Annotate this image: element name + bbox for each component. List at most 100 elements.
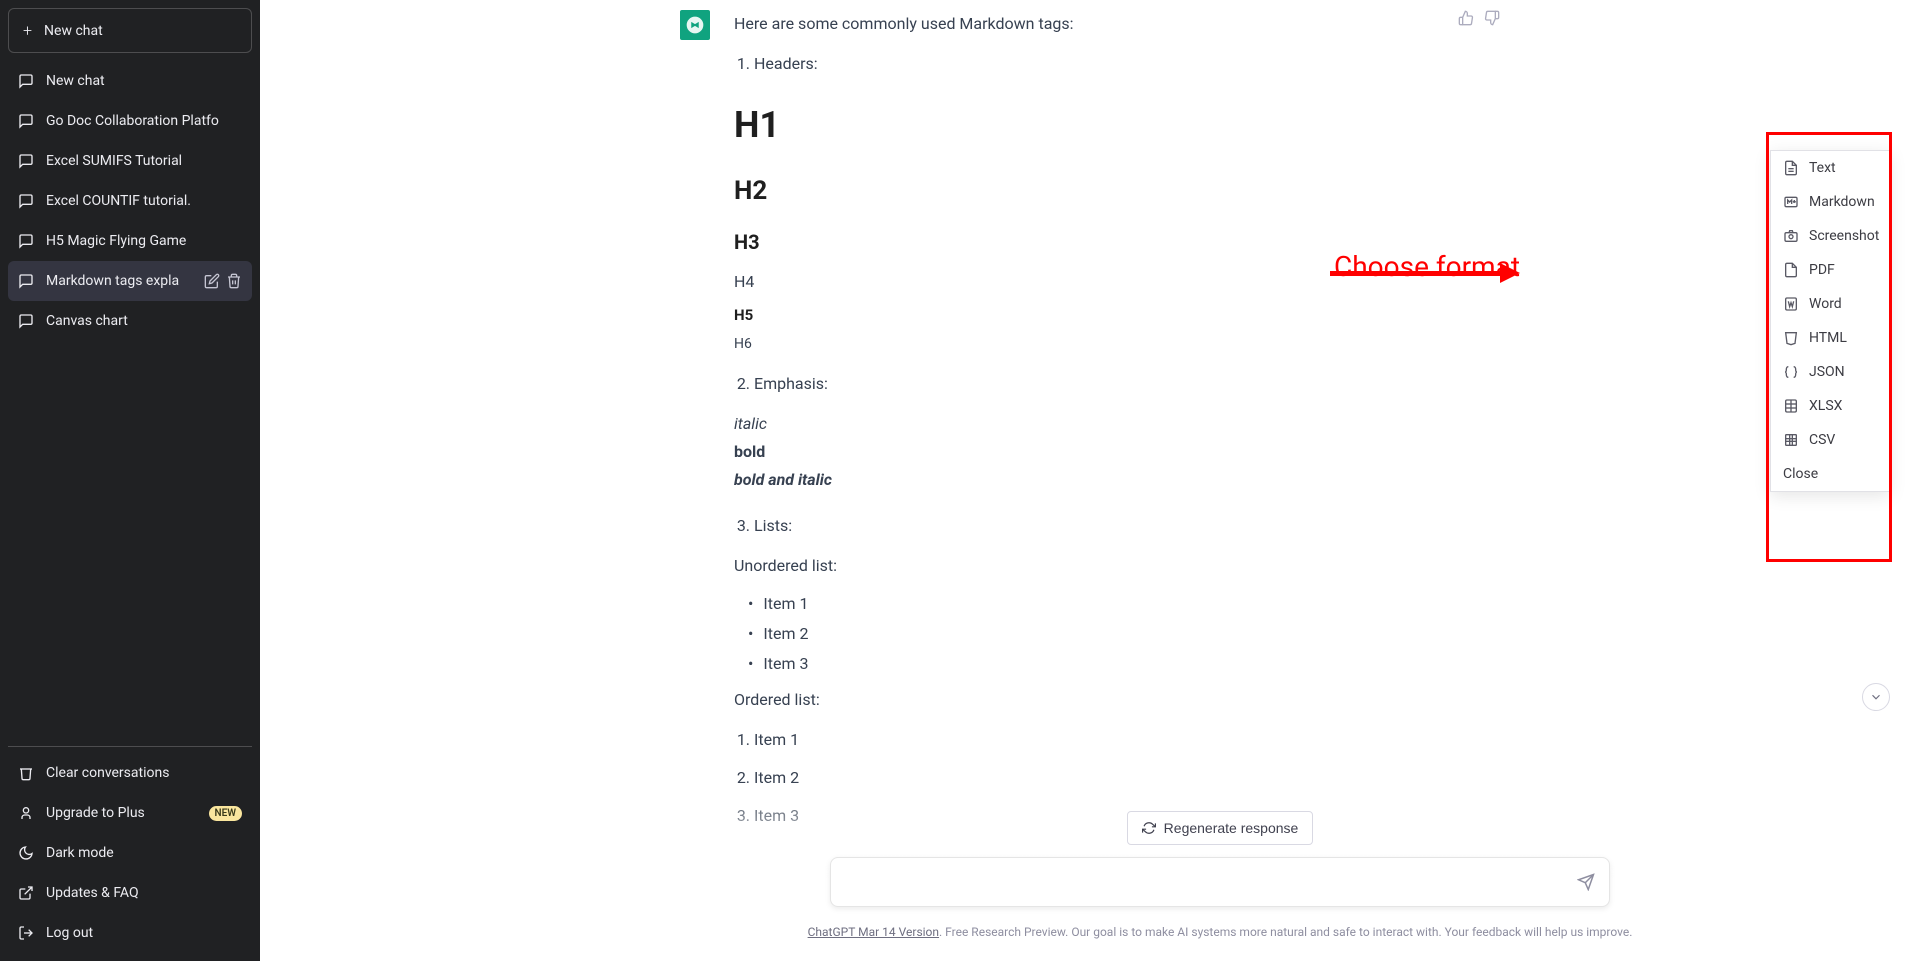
send-icon[interactable]: [1577, 873, 1595, 891]
ol-item: Item 3: [754, 802, 1434, 830]
moon-icon: [18, 845, 34, 861]
sample-h5: H5: [734, 302, 1434, 328]
unordered-label: Unordered list:: [734, 552, 1434, 580]
export-word[interactable]: Word: [1771, 287, 1889, 321]
export-text[interactable]: Text: [1771, 151, 1889, 185]
chat-item-label: Go Doc Collaboration Platfo: [46, 113, 242, 129]
assistant-message: Here are some commonly used Markdown tag…: [680, 0, 1500, 866]
sidebar-item-chat-active[interactable]: Markdown tags expla: [8, 261, 252, 301]
logout-icon: [18, 925, 34, 941]
ordered-label: Ordered list:: [734, 686, 1434, 714]
chat-icon: [18, 113, 34, 129]
sample-h4: H4: [734, 268, 1434, 296]
dark-mode-button[interactable]: Dark mode: [8, 833, 252, 873]
new-chat-label: New chat: [44, 23, 103, 39]
assistant-avatar: [680, 10, 710, 40]
user-icon: [18, 805, 34, 821]
chat-input-container: [830, 857, 1610, 907]
regenerate-button[interactable]: Regenerate response: [1127, 811, 1314, 845]
sample-h6: H6: [734, 332, 1434, 357]
external-link-icon: [18, 885, 34, 901]
upgrade-button[interactable]: Upgrade to Plus NEW: [8, 793, 252, 833]
message-intro: Here are some commonly used Markdown tag…: [734, 10, 1434, 38]
ul-item: Item 3: [748, 650, 1434, 678]
camera-icon: [1783, 228, 1799, 244]
clear-label: Clear conversations: [46, 765, 169, 781]
chat-item-label: H5 Magic Flying Game: [46, 233, 242, 249]
chat-item-label: Excel COUNTIF tutorial.: [46, 193, 242, 209]
ul-item: Item 2: [748, 620, 1434, 648]
fm-label: JSON: [1809, 364, 1845, 380]
file-text-icon: [1783, 160, 1799, 176]
sample-h1: H1: [734, 94, 1434, 157]
fm-label: Markdown: [1809, 194, 1875, 210]
export-format-menu: Text Markdown Screenshot PDF Word HTML J…: [1770, 150, 1890, 492]
scroll-to-bottom-button[interactable]: [1862, 683, 1890, 711]
fm-label: Word: [1809, 296, 1842, 312]
sample-italic: italic: [734, 410, 1434, 438]
updates-faq-button[interactable]: Updates & FAQ: [8, 873, 252, 913]
export-json[interactable]: JSON: [1771, 355, 1889, 389]
chat-icon: [18, 73, 34, 89]
sidebar-item-chat[interactable]: Excel COUNTIF tutorial.: [8, 181, 252, 221]
message-body: Here are some commonly used Markdown tag…: [734, 10, 1434, 842]
html-icon: [1783, 330, 1799, 346]
chevron-down-icon: [1869, 690, 1883, 704]
new-chat-button[interactable]: + New chat: [8, 8, 252, 53]
chat-item-label: Markdown tags expla: [46, 273, 192, 289]
pdf-icon: [1783, 262, 1799, 278]
fm-label: XLSX: [1809, 398, 1842, 414]
logout-label: Log out: [46, 925, 93, 941]
sidebar-item-chat[interactable]: H5 Magic Flying Game: [8, 221, 252, 261]
chat-icon: [18, 153, 34, 169]
sample-h3: H3: [734, 225, 1434, 260]
ol-item: Item 2: [754, 764, 1434, 792]
refresh-icon: [1142, 821, 1156, 835]
chat-item-label: Canvas chart: [46, 313, 242, 329]
export-screenshot[interactable]: Screenshot: [1771, 219, 1889, 253]
clear-conversations-button[interactable]: Clear conversations: [8, 753, 252, 793]
logout-button[interactable]: Log out: [8, 913, 252, 953]
sidebar: + New chat New chat Go Doc Collaboration…: [0, 0, 260, 961]
chat-list: New chat Go Doc Collaboration Platfo Exc…: [8, 61, 252, 740]
fm-label: Screenshot: [1809, 228, 1879, 244]
sample-bolditalic: bold and italic: [734, 466, 1434, 494]
chat-icon: [18, 193, 34, 209]
fm-label: PDF: [1809, 262, 1835, 278]
ol-item: Item 1: [754, 726, 1434, 754]
sample-h2: H2: [734, 169, 1434, 215]
sample-bold: bold: [734, 438, 1434, 466]
export-html[interactable]: HTML: [1771, 321, 1889, 355]
chat-scroll-area[interactable]: Here are some commonly used Markdown tag…: [260, 0, 1920, 961]
export-csv[interactable]: CSV: [1771, 423, 1889, 457]
word-icon: [1783, 296, 1799, 312]
export-close[interactable]: Close: [1771, 457, 1889, 491]
sidebar-item-chat[interactable]: Go Doc Collaboration Platfo: [8, 101, 252, 141]
xlsx-icon: [1783, 398, 1799, 414]
thumbs-up-icon[interactable]: [1458, 10, 1474, 26]
fm-label: Text: [1809, 160, 1836, 176]
plus-icon: +: [23, 21, 32, 40]
main-content: Here are some commonly used Markdown tag…: [260, 0, 1920, 961]
chat-icon: [18, 313, 34, 329]
message-actions: [1458, 10, 1500, 842]
chat-icon: [18, 233, 34, 249]
ul-item: Item 1: [748, 590, 1434, 618]
fm-label: HTML: [1809, 330, 1847, 346]
chat-input[interactable]: [847, 874, 1561, 892]
export-markdown[interactable]: Markdown: [1771, 185, 1889, 219]
trash-icon[interactable]: [226, 273, 242, 289]
version-link[interactable]: ChatGPT Mar 14 Version: [808, 925, 939, 939]
export-pdf[interactable]: PDF: [1771, 253, 1889, 287]
edit-icon[interactable]: [204, 273, 220, 289]
sidebar-item-chat[interactable]: Excel SUMIFS Tutorial: [8, 141, 252, 181]
openai-logo-icon: [685, 15, 705, 35]
chat-item-label: New chat: [46, 73, 242, 89]
thumbs-down-icon[interactable]: [1484, 10, 1500, 26]
sidebar-item-chat[interactable]: New chat: [8, 61, 252, 101]
section-lists: Lists:: [754, 512, 1434, 540]
export-xlsx[interactable]: XLSX: [1771, 389, 1889, 423]
chat-icon: [18, 273, 34, 289]
annotation-arrow: [1330, 266, 1520, 280]
sidebar-item-chat[interactable]: Canvas chart: [8, 301, 252, 341]
